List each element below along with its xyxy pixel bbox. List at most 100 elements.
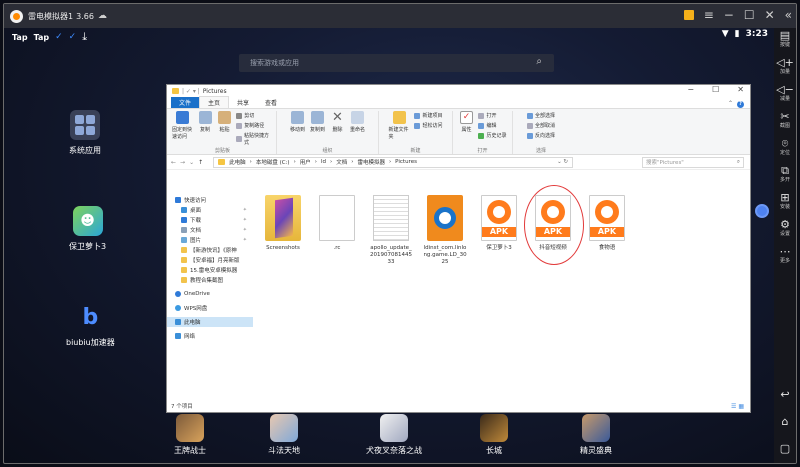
copy-path-button[interactable]: 复制路径 xyxy=(236,122,273,129)
file-item[interactable]: .rc xyxy=(315,195,359,252)
history-button[interactable]: 历史记录 xyxy=(478,132,507,139)
dock-app[interactable]: 犬夜叉奈落之战 xyxy=(354,414,434,456)
nav-onedrive[interactable]: OneDrive xyxy=(167,289,253,299)
maximize-icon[interactable]: ☐ xyxy=(744,8,755,22)
select-all-button[interactable]: 全部选择 xyxy=(526,112,555,119)
file-item[interactable]: APK 食物语 xyxy=(585,195,629,252)
file-item[interactable]: Screenshots xyxy=(261,195,305,252)
easy-access-button[interactable]: 轻松访问 xyxy=(414,122,443,129)
minimize-icon[interactable]: − xyxy=(724,8,734,22)
search-icon[interactable]: ⌕ xyxy=(536,56,542,67)
crumb[interactable]: ld xyxy=(321,159,326,165)
new-item-button[interactable]: 新建项目 xyxy=(414,112,443,119)
dock-app[interactable]: 王牌战士 xyxy=(160,414,220,456)
edit-button[interactable]: 编辑 xyxy=(478,122,506,129)
rename-button[interactable]: 重命名 xyxy=(350,111,366,133)
new-folder-button[interactable]: 新建文件夹 xyxy=(388,111,410,140)
nav-quick-access[interactable]: 快速访问 xyxy=(167,195,253,205)
properties-label: 属性 xyxy=(461,127,472,133)
sidebar-more[interactable]: ⋯ 更多 xyxy=(774,246,796,265)
sidebar-location[interactable]: ⌾ 定位 xyxy=(774,138,796,157)
crumb[interactable]: 本地磁盘 (C:) xyxy=(256,158,290,166)
home-icon[interactable]: ⌂ xyxy=(782,415,789,428)
ribbon-help[interactable]: ⌃? xyxy=(728,100,744,108)
open-button[interactable]: 打开 xyxy=(478,112,506,119)
desktop-icon-baoweiluobo[interactable]: ☻ 保卫萝卜3 xyxy=(69,206,106,252)
sidebar-volume-down[interactable]: ◁− 减量 xyxy=(774,84,796,103)
crumb[interactable]: Pictures xyxy=(395,159,417,165)
file-item[interactable]: APK 保卫萝卜3 xyxy=(477,195,521,252)
explorer-maximize-icon[interactable]: ☐ xyxy=(712,85,719,94)
paste-label: 粘贴 xyxy=(219,127,230,133)
nav-folder[interactable]: 教程合集截图 xyxy=(167,275,253,285)
sidebar-screenshot[interactable]: ✂ 截图 xyxy=(774,111,796,130)
nav-folder[interactable]: 【新游快讯】《原神 xyxy=(167,245,253,255)
crumb[interactable]: 雷电模拟器 xyxy=(357,158,385,166)
crumb[interactable]: 文档 xyxy=(336,158,347,166)
copy-button[interactable]: 复制 xyxy=(197,111,212,133)
sidebar-label: 设置 xyxy=(779,231,790,237)
crumb-separator: › xyxy=(293,159,296,165)
crumb[interactable]: 用户 xyxy=(300,158,311,166)
select-none-button[interactable]: 全部取消 xyxy=(526,122,555,129)
up-icon[interactable]: ↑ xyxy=(198,159,203,166)
nav-desktop[interactable]: 桌面 ✦ xyxy=(167,205,253,215)
recent-icon[interactable]: ⌄ xyxy=(189,159,194,166)
app-search-input[interactable]: 搜索游戏或应用 ⌕ xyxy=(239,54,554,72)
dock-app[interactable]: 长城 xyxy=(464,414,524,456)
back-icon[interactable]: ↩ xyxy=(780,388,789,401)
dock-app[interactable]: 斗法天地 xyxy=(254,414,314,456)
desktop-icon-label: 保卫萝卜3 xyxy=(69,242,107,251)
paste-button[interactable]: 粘贴 xyxy=(217,111,232,133)
close-icon[interactable]: ✕ xyxy=(765,8,775,22)
dock-app[interactable]: 精灵盛典 xyxy=(566,414,626,456)
tab-share[interactable]: 共享 xyxy=(229,97,257,108)
move-to-button[interactable]: 移动到 xyxy=(290,111,306,133)
nav-downloads[interactable]: 下载 ✦ xyxy=(167,215,253,225)
collapse-sidebar-icon[interactable]: « xyxy=(785,8,792,22)
sidebar-install[interactable]: ⊞ 安装 xyxy=(774,192,796,211)
tab-home[interactable]: 主页 xyxy=(199,96,230,108)
nav-folder[interactable]: 【安卓福】月亮新版 xyxy=(167,255,253,265)
refresh-icon[interactable]: ⌄ ↻ xyxy=(557,159,568,165)
nav-network[interactable]: 网络 xyxy=(167,331,253,341)
sidebar-volume-up[interactable]: ◁+ 加量 xyxy=(774,57,796,76)
gift-icon[interactable] xyxy=(683,10,694,20)
paste-shortcut-button[interactable]: 粘贴快捷方式 xyxy=(236,132,273,146)
explorer-minimize-icon[interactable]: − xyxy=(687,85,694,94)
tab-view[interactable]: 查看 xyxy=(257,97,285,108)
desktop-icon-system-apps[interactable]: 系统应用 xyxy=(69,110,101,156)
copy-to-button[interactable]: 复制到 xyxy=(310,111,326,133)
invert-selection-button[interactable]: 反向选择 xyxy=(526,132,555,139)
help-icon[interactable]: ? xyxy=(737,101,744,108)
nav-documents[interactable]: 文档 ✦ xyxy=(167,225,253,235)
forward-icon[interactable]: → xyxy=(180,159,185,166)
pin-quick-access-button[interactable]: 固定到快速访问 xyxy=(172,111,193,140)
menu-icon[interactable]: ≡ xyxy=(704,8,714,22)
floating-ball[interactable] xyxy=(755,204,769,218)
cloud-icon[interactable]: ☁ xyxy=(98,11,107,21)
tab-file[interactable]: 文件 xyxy=(171,97,200,108)
explorer-search-icon[interactable]: ⌕ xyxy=(737,159,740,166)
nav-this-pc[interactable]: 此电脑 xyxy=(167,317,253,327)
nav-folder[interactable]: 15.雷电安卓模拟器 xyxy=(167,265,253,275)
desktop-icon-biubiu[interactable]: b biubiu加速器 xyxy=(66,302,115,348)
properties-button[interactable]: ✓ 属性 xyxy=(458,111,474,133)
sidebar-settings[interactable]: ⚙ 设置 xyxy=(774,219,796,238)
recents-icon[interactable]: ▢ xyxy=(780,442,790,455)
back-icon[interactable]: ← xyxy=(171,159,176,166)
nav-pictures[interactable]: 图片 ✦ xyxy=(167,235,253,245)
sidebar-keyboard[interactable]: ▤ 按键 xyxy=(774,30,796,49)
sidebar-multi-open[interactable]: ⧉ 多开 xyxy=(774,165,796,184)
quick-access-toolbar[interactable]: | ✓ ▾ | xyxy=(182,88,200,95)
file-item[interactable]: ldinst_com.linlong.game.LD_3025 xyxy=(423,195,467,266)
view-toggle-icon[interactable]: ☰ ▦ xyxy=(731,403,744,410)
explorer-search-input[interactable]: 搜索"Pictures" ⌕ xyxy=(642,156,744,168)
file-item[interactable]: apollo_update_20190708144533 xyxy=(369,195,413,266)
nav-wps-drive[interactable]: WPS网盘 xyxy=(167,303,253,313)
delete-button[interactable]: ✕ 删除 xyxy=(330,111,346,133)
crumb[interactable]: 此电脑 xyxy=(229,158,246,166)
explorer-close-icon[interactable]: ✕ xyxy=(737,85,744,94)
address-bar[interactable]: 此电脑 › 本地磁盘 (C:) › 用户 › ld › 文档 › 雷电模拟器 › Pictu… xyxy=(213,156,574,168)
cut-button[interactable]: 剪切 xyxy=(236,112,273,119)
